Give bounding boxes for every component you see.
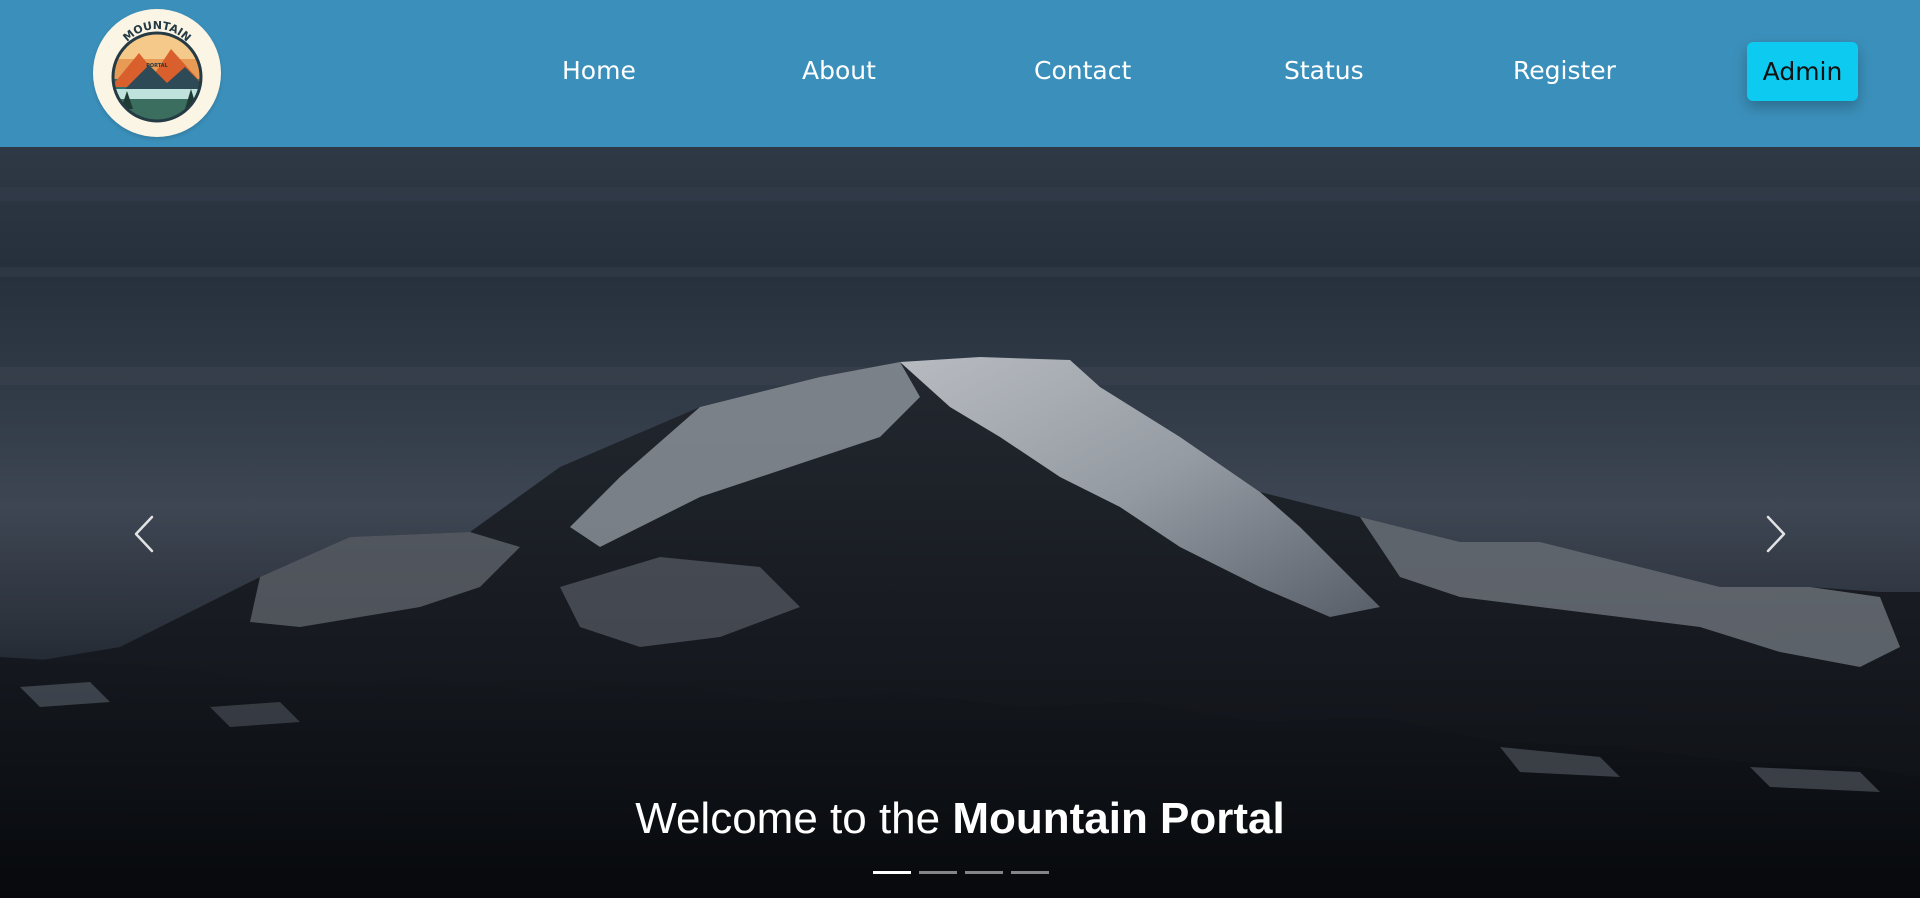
svg-text:PORTAL: PORTAL	[146, 63, 168, 69]
mountain-portal-logo[interactable]: MOUNTAIN PORTAL	[93, 9, 221, 137]
nav-link-about[interactable]: About	[802, 56, 876, 85]
navbar: MOUNTAIN PORTAL Home About Contact Statu…	[0, 0, 1920, 147]
carousel-indicators	[873, 866, 1049, 878]
carousel-caption: Welcome to the Mountain Portal	[0, 794, 1920, 844]
mountain-logo-icon: MOUNTAIN PORTAL	[111, 19, 203, 123]
chevron-right-icon	[1766, 515, 1786, 553]
chevron-left-icon	[134, 515, 154, 553]
nav-link-contact[interactable]: Contact	[1034, 56, 1131, 85]
carousel-indicator-2[interactable]	[919, 870, 957, 874]
carousel-next-button[interactable]	[1756, 504, 1796, 564]
nav-link-home[interactable]: Home	[562, 56, 636, 85]
admin-button[interactable]: Admin	[1747, 42, 1858, 101]
caption-prefix: Welcome to the	[635, 794, 953, 843]
nav-link-register[interactable]: Register	[1513, 56, 1616, 85]
mountain-background-image	[0, 187, 1920, 898]
caption-emphasis: Mountain Portal	[952, 794, 1285, 843]
carousel-indicator-3[interactable]	[965, 870, 1003, 874]
carousel-prev-button[interactable]	[124, 504, 164, 564]
carousel-indicator-4[interactable]	[1011, 870, 1049, 874]
hero-carousel: Welcome to the Mountain Portal	[0, 147, 1920, 898]
nav-link-status[interactable]: Status	[1284, 56, 1364, 85]
carousel-indicator-1[interactable]	[873, 870, 911, 874]
